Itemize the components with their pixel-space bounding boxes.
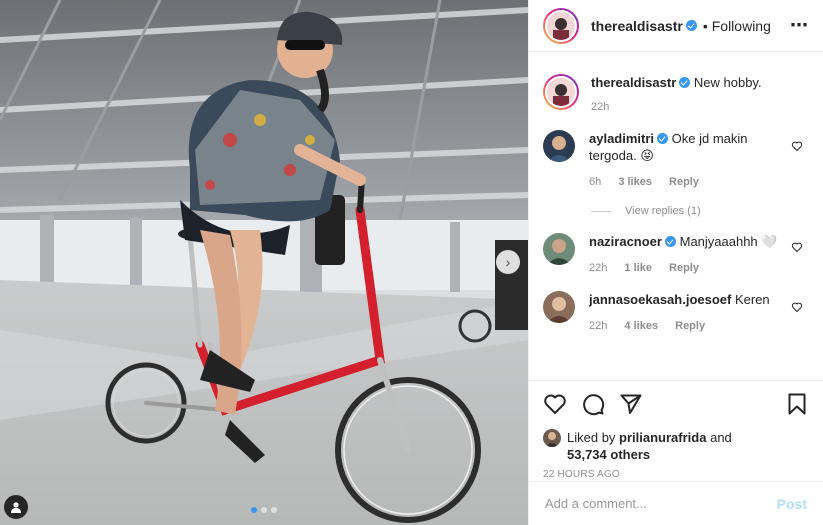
comment-item: ayladimitri Oke jd makin tergoda. 😝 6h 3…	[529, 116, 823, 191]
chevron-right-icon: ›	[505, 254, 511, 270]
comment-like-heart-icon[interactable]	[791, 241, 803, 253]
commenter-avatar[interactable]	[543, 233, 575, 265]
comment-likes[interactable]: 1 like	[624, 262, 652, 274]
share-icon[interactable]	[619, 392, 643, 416]
liked-by-prefix: Liked by	[567, 430, 616, 445]
avatar-image	[553, 84, 569, 106]
comment-like-heart-icon[interactable]	[791, 140, 803, 152]
verified-badge-icon	[685, 20, 697, 31]
comment-item: naziracnoer Manjyaaahhh 🤍 22h 1 like Rep…	[529, 217, 823, 277]
liked-by-user[interactable]: prilianurafrida	[619, 430, 706, 445]
reply-button[interactable]: Reply	[675, 320, 705, 332]
post-header: therealdisastr • Following ⋯	[529, 0, 823, 52]
avatar-image	[547, 297, 571, 323]
comment-time[interactable]: 22h	[589, 262, 607, 274]
heart-icon[interactable]	[543, 392, 567, 416]
comment-time[interactable]: 22h	[589, 320, 607, 332]
header-separator: •	[702, 17, 708, 34]
author-avatar[interactable]	[543, 7, 579, 44]
comment-likes[interactable]: 3 likes	[618, 176, 652, 188]
post-photo-illustration	[0, 0, 528, 525]
carousel-indicator	[251, 507, 277, 513]
comment-likes[interactable]: 4 likes	[624, 320, 658, 332]
commenter-avatar[interactable]	[543, 291, 575, 323]
comment-icon[interactable]	[581, 392, 605, 416]
avatar-image	[553, 17, 569, 40]
following-button[interactable]: Following	[712, 18, 771, 34]
reply-button[interactable]: Reply	[669, 262, 699, 274]
comments-list[interactable]: therealdisastr New hobby. 22h ayladimitr…	[529, 60, 823, 380]
caption-time[interactable]: 22h	[591, 101, 609, 113]
liked-by-and: and	[710, 430, 732, 445]
post-side-panel: therealdisastr • Following ⋯ therealdisa…	[528, 0, 823, 525]
bookmark-icon[interactable]	[785, 392, 809, 416]
add-comment-input[interactable]	[545, 496, 777, 511]
comment-time[interactable]: 6h	[589, 176, 601, 188]
post-actions: Liked by prilianurafrida and 53,734 othe…	[529, 380, 823, 480]
liked-by-others[interactable]: 53,734 others	[567, 447, 650, 462]
view-replies-button[interactable]: View replies (1)	[529, 191, 823, 217]
liker-avatar[interactable]	[543, 429, 561, 447]
author-username[interactable]: therealdisastr	[591, 18, 683, 34]
verified-badge-icon	[664, 236, 676, 247]
carousel-dot	[271, 507, 277, 513]
view-replies-line	[591, 210, 611, 212]
avatar-image	[545, 432, 559, 447]
carousel-dot	[251, 507, 257, 513]
comment-username[interactable]: jannasoekasah.joesoef	[589, 292, 731, 307]
person-icon	[11, 502, 21, 513]
comment-username[interactable]: ayladimitri	[589, 131, 654, 146]
commenter-avatar[interactable]	[543, 130, 575, 162]
verified-badge-icon	[657, 133, 669, 144]
tagged-user-icon[interactable]	[4, 495, 28, 519]
comment-text: Keren	[734, 292, 770, 307]
verified-badge-icon	[679, 77, 691, 88]
avatar-image	[547, 136, 571, 162]
avatar-image	[547, 239, 571, 265]
likes-summary: Liked by prilianurafrida and 53,734 othe…	[543, 429, 809, 463]
reply-button[interactable]: Reply	[669, 176, 699, 188]
comment-item: jannasoekasah.joesoef Keren 22h 4 likes …	[529, 277, 823, 335]
add-comment-bar: Post	[529, 481, 823, 525]
post-comment-button[interactable]: Post	[777, 496, 807, 512]
post-timestamp[interactable]: 22 HOURS AGO	[543, 469, 809, 480]
comment-like-heart-icon[interactable]	[791, 301, 803, 313]
caption-author-avatar[interactable]	[543, 74, 579, 110]
caption: therealdisastr New hobby. 22h	[529, 60, 823, 116]
comment-text: Manjyaaahhh 🤍	[679, 234, 778, 249]
view-replies-label[interactable]: View replies (1)	[625, 205, 701, 217]
carousel-next-button[interactable]: ›	[496, 250, 520, 274]
carousel-dot	[261, 507, 267, 513]
comment-username[interactable]: naziracnoer	[589, 234, 662, 249]
caption-text: New hobby.	[693, 75, 762, 90]
post-image[interactable]: ›	[0, 0, 528, 525]
caption-username[interactable]: therealdisastr	[591, 75, 676, 90]
more-options-icon[interactable]: ⋯	[790, 15, 809, 36]
